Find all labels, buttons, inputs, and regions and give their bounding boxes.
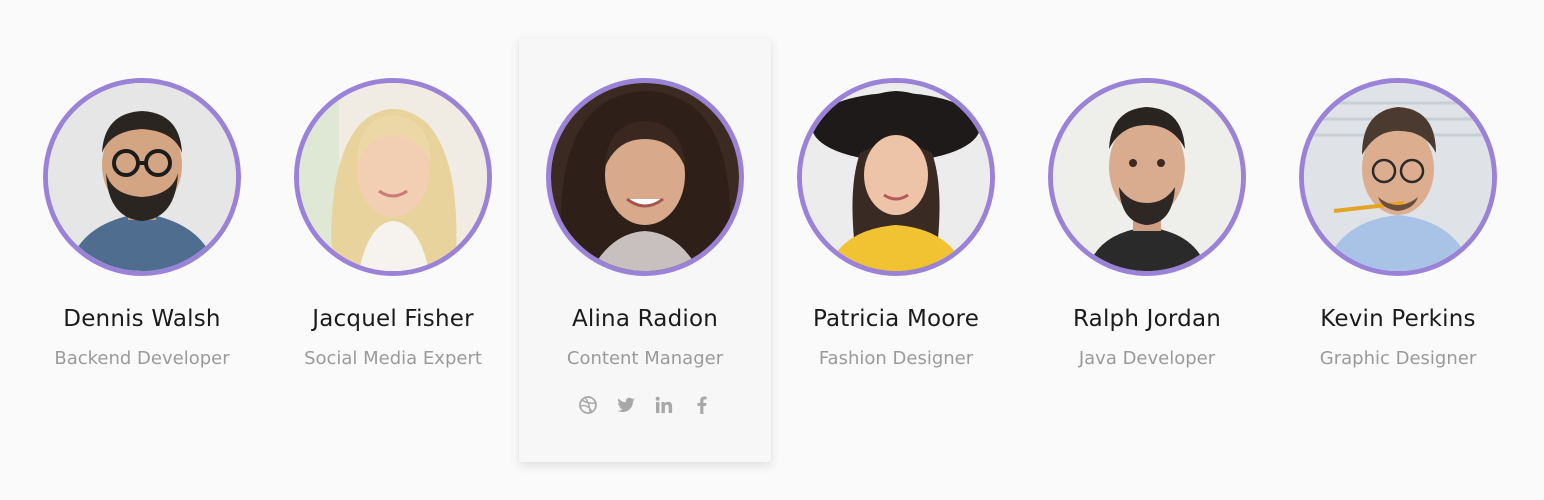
member-photo: [1048, 78, 1246, 276]
member-name: Kevin Perkins: [1320, 306, 1476, 332]
member-photo: [43, 78, 241, 276]
team-section: Dennis Walsh Backend Developer Jacquel F…: [0, 0, 1544, 500]
member-role: Graphic Designer: [1319, 348, 1477, 369]
member-role: Backend Developer: [54, 348, 230, 369]
member-photo: [1299, 78, 1497, 276]
social-links: [519, 394, 771, 416]
member-role: Social Media Expert: [304, 348, 482, 369]
team-member-card[interactable]: Dennis Walsh Backend Developer: [16, 38, 268, 462]
member-name: Alina Radion: [571, 306, 719, 332]
member-role: Fashion Designer: [818, 348, 974, 369]
member-role: Java Developer: [1078, 348, 1216, 369]
member-name: Patricia Moore: [812, 306, 980, 332]
facebook-icon[interactable]: [691, 394, 713, 416]
team-member-card[interactable]: Ralph Jordan Java Developer: [1021, 38, 1273, 462]
member-name: Dennis Walsh: [63, 306, 221, 332]
member-photo: [797, 78, 995, 276]
member-photo: [546, 78, 744, 276]
team-member-card[interactable]: Kevin Perkins Graphic Designer: [1272, 38, 1524, 462]
team-member-card[interactable]: Patricia Moore Fashion Designer: [770, 38, 1022, 462]
team-member-card[interactable]: Jacquel Fisher Social Media Expert: [267, 38, 519, 462]
member-name: Ralph Jordan: [1072, 306, 1222, 332]
member-role: Content Manager: [566, 348, 724, 369]
linkedin-icon[interactable]: [653, 394, 675, 416]
dribbble-icon[interactable]: [577, 394, 599, 416]
twitter-icon[interactable]: [615, 394, 637, 416]
member-photo: [294, 78, 492, 276]
team-member-card-active[interactable]: Alina Radion Content Manager: [519, 38, 771, 462]
member-name: Jacquel Fisher: [312, 306, 474, 332]
